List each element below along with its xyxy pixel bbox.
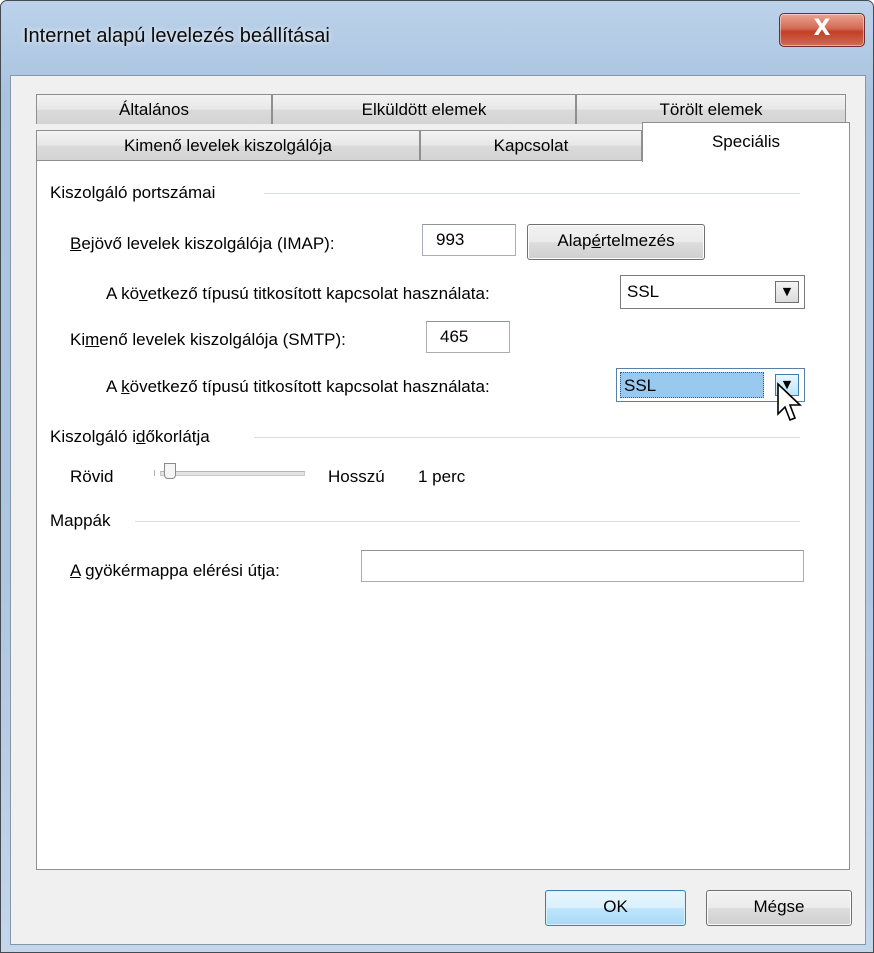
tab-advanced[interactable]: Speciális: [642, 122, 850, 162]
close-button[interactable]: X: [779, 13, 865, 47]
tab-outgoing-server[interactable]: Kimenő levelek kiszolgálója: [36, 130, 420, 160]
default-ports-button[interactable]: Alapértelmezés: [527, 224, 705, 260]
tab-panel-advanced: [36, 160, 850, 870]
tab-sent-items[interactable]: Elküldött elemek: [272, 94, 576, 124]
title-bar[interactable]: Internet alapú levelezés beállításai X: [1, 1, 873, 81]
tab-deleted-items[interactable]: Törölt elemek: [576, 94, 846, 124]
tab-general[interactable]: Általános: [36, 94, 272, 124]
window-title: Internet alapú levelezés beállításai: [23, 25, 330, 47]
tab-connection[interactable]: Kapcsolat: [420, 130, 642, 160]
close-icon: X: [813, 16, 831, 41]
